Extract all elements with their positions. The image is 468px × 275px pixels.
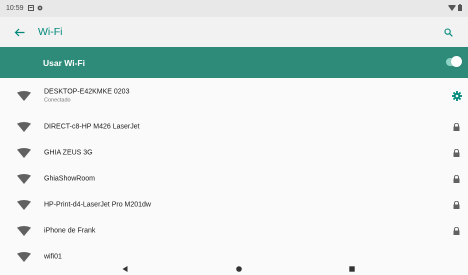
wifi-signal-full-icon xyxy=(17,91,31,101)
network-text: iPhone de Frank xyxy=(44,228,95,235)
network-ssid: GHIA ZEUS 3G xyxy=(44,149,93,157)
lock-icon xyxy=(453,123,460,131)
wifi-signal-full-icon xyxy=(17,252,31,262)
network-item-ghia-zeus-3g[interactable]: GHIA ZEUS 3G xyxy=(0,140,468,166)
lock-icon xyxy=(453,149,460,157)
wifi-signal-icon xyxy=(448,4,456,13)
page-title: Wi-Fi xyxy=(38,26,63,38)
network-ssid: DIRECT-c8-HP M426 LaserJet xyxy=(44,123,140,131)
status-time: 10:59 xyxy=(6,5,24,12)
network-text: HP-Print-d4-LaserJet Pro M201dw xyxy=(44,202,151,209)
use-wifi-bar[interactable]: Usar Wi-Fi xyxy=(0,47,468,78)
nav-recents-icon[interactable] xyxy=(349,266,355,272)
navigation-bar xyxy=(0,263,468,275)
wifi-toggle-switch[interactable] xyxy=(446,56,462,67)
network-ssid: HP-Print-d4-LaserJet Pro M201dw xyxy=(44,201,151,209)
lock-icon xyxy=(453,227,460,235)
toggle-knob xyxy=(451,56,462,67)
network-item-iphone-de-frank[interactable]: iPhone de Frank xyxy=(0,218,468,244)
notification-icon xyxy=(27,4,34,13)
gear-icon[interactable] xyxy=(452,91,462,101)
nav-home-icon[interactable] xyxy=(236,266,242,272)
nav-back-icon[interactable] xyxy=(122,266,128,272)
app-bar: Wi-Fi xyxy=(0,17,468,47)
back-button[interactable] xyxy=(0,17,38,47)
lock-icon xyxy=(453,201,460,209)
network-text: GHIA ZEUS 3G xyxy=(44,150,93,157)
network-ssid: GhiaShowRoom xyxy=(44,175,95,183)
wifi-signal-full-icon xyxy=(17,122,31,132)
network-ssid: DESKTOP-E42KMKE 0203 xyxy=(44,88,130,96)
network-item-desktop-e42kmke-0203[interactable]: DESKTOP-E42KMKE 0203 Conectado xyxy=(0,78,468,114)
search-button[interactable] xyxy=(444,17,468,47)
lock-icon xyxy=(453,175,460,183)
battery-icon xyxy=(458,4,462,13)
status-bar: 10:59 xyxy=(0,0,468,17)
network-item-ghiashowroom[interactable]: GhiaShowRoom xyxy=(0,166,468,192)
use-wifi-label: Usar Wi-Fi xyxy=(43,57,85,68)
network-text: DIRECT-c8-HP M426 LaserJet xyxy=(44,124,140,131)
search-icon xyxy=(444,27,453,37)
network-text: wifi01 xyxy=(44,254,62,261)
network-item-direct-c8-hp-m426-laserjet[interactable]: DIRECT-c8-HP M426 LaserJet xyxy=(0,114,468,140)
wifi-signal-full-icon xyxy=(17,226,31,236)
wifi-signal-full-icon xyxy=(17,174,31,184)
network-text: DESKTOP-E42KMKE 0203 Conectado xyxy=(44,89,129,104)
network-status: Conectado xyxy=(44,97,71,104)
wifi-signal-full-icon xyxy=(17,148,31,158)
pinwheel-icon xyxy=(37,5,43,13)
wifi-signal-full-icon xyxy=(17,200,31,210)
network-list: DESKTOP-E42KMKE 0203 Conectado DIRECT-c8… xyxy=(0,78,468,270)
network-ssid: iPhone de Frank xyxy=(44,227,96,235)
network-ssid: wifi01 xyxy=(44,253,62,261)
network-text: GhiaShowRoom xyxy=(44,176,95,183)
network-item-hp-print-d4-laserjet-pro-m201dw[interactable]: HP-Print-d4-LaserJet Pro M201dw xyxy=(0,192,468,218)
arrow-back-icon xyxy=(14,28,24,36)
